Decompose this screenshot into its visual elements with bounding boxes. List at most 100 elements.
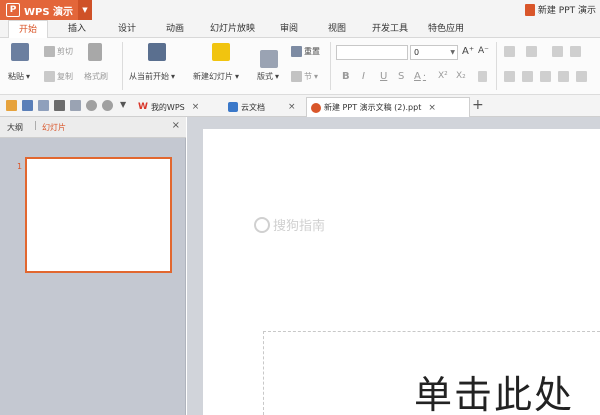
from-current-button[interactable]: 从当前开始 ▾: [129, 71, 175, 82]
format-painter-button[interactable]: 格式刷: [84, 71, 108, 82]
tab-outline[interactable]: 大纲: [7, 122, 23, 133]
app-name: WPS 演示: [24, 6, 74, 18]
panel-header: 大纲 | 幻灯片 ×: [0, 117, 186, 138]
underline-button[interactable]: U: [380, 71, 387, 82]
ribbon-divider: [122, 42, 123, 90]
strikethrough-button[interactable]: S: [398, 71, 404, 82]
reset-icon: [291, 46, 302, 57]
tab-slides[interactable]: 幻灯片: [42, 122, 66, 133]
menu-slideshow[interactable]: 幻灯片放映: [210, 20, 255, 38]
window-title: 新建 PPT 演示: [524, 3, 596, 16]
slide-thumbnail[interactable]: [25, 157, 172, 273]
tab-divider: |: [34, 121, 38, 131]
justify-button[interactable]: [558, 71, 569, 82]
menu-developer[interactable]: 开发工具: [372, 20, 408, 38]
decrease-indent-button[interactable]: [552, 46, 563, 57]
subscript-button[interactable]: X₂: [456, 71, 466, 81]
section-icon: [291, 71, 302, 82]
save-icon[interactable]: [22, 100, 33, 111]
menu-home[interactable]: 开始: [8, 20, 49, 39]
section-button[interactable]: 节 ▾: [291, 71, 318, 82]
superscript-button[interactable]: X²: [438, 71, 448, 81]
indent-icon: [570, 46, 581, 57]
document-icon: [524, 3, 535, 16]
new-slide-button[interactable]: 新建幻灯片 ▾: [193, 71, 239, 82]
redo-icon[interactable]: [102, 100, 113, 111]
slides-panel: 大纲 | 幻灯片 × 1: [0, 117, 186, 415]
ppt-file-icon: [311, 102, 321, 113]
ribbon-divider: [330, 42, 331, 90]
copy-button[interactable]: 复制: [44, 71, 73, 82]
new-slide-icon[interactable]: [212, 43, 230, 61]
undo-icon[interactable]: [86, 100, 97, 111]
eraser-icon: [478, 71, 487, 82]
export-icon[interactable]: [38, 100, 49, 111]
cloud-icon: [228, 102, 238, 112]
close-icon[interactable]: ×: [172, 120, 180, 131]
font-color-button[interactable]: A ·: [414, 71, 426, 82]
open-folder-icon[interactable]: [6, 100, 17, 111]
slide-canvas[interactable]: 单击此处: [203, 129, 600, 415]
menu-animation[interactable]: 动画: [166, 20, 184, 38]
chevron-down-icon[interactable]: ▼: [78, 0, 92, 20]
paste-icon[interactable]: [11, 43, 29, 61]
align-center-button[interactable]: [522, 71, 533, 82]
align-right-icon: [540, 71, 551, 82]
chevron-down-icon[interactable]: ▼: [120, 100, 126, 109]
window-title-text: 新建 PPT 演示: [537, 6, 596, 16]
sogou-logo-icon: [254, 216, 270, 233]
menu-review[interactable]: 审阅: [280, 20, 298, 38]
menu-design[interactable]: 设计: [118, 20, 136, 38]
distribute-button[interactable]: [576, 71, 587, 82]
align-right-button[interactable]: [540, 71, 551, 82]
slideshow-icon[interactable]: [148, 43, 166, 61]
scissors-icon: [44, 46, 55, 57]
wps-logo-icon: P: [6, 3, 20, 17]
title-placeholder[interactable]: 单击此处: [263, 331, 600, 415]
menu-insert[interactable]: 插入: [68, 20, 86, 38]
increase-indent-button[interactable]: [570, 46, 581, 57]
tab-cloud-docs[interactable]: 云文档 ×: [224, 97, 300, 117]
tab-my-wps[interactable]: W 我的WPS ×: [134, 97, 203, 117]
wps-w-icon: W: [138, 102, 148, 112]
italic-button[interactable]: I: [362, 71, 365, 82]
close-icon[interactable]: ×: [288, 102, 296, 112]
print-icon[interactable]: [54, 100, 65, 111]
app-menu-button[interactable]: P WPS 演示 ▼: [0, 0, 92, 20]
ribbon-divider: [496, 42, 497, 90]
justify-icon: [558, 71, 569, 82]
menu-view[interactable]: 视图: [328, 20, 346, 38]
paste-button[interactable]: 粘贴 ▾: [8, 71, 30, 82]
clear-format-button[interactable]: [478, 71, 487, 82]
align-left-button[interactable]: [504, 71, 515, 82]
cut-button[interactable]: 剪切: [44, 46, 73, 57]
slide-number: 1: [17, 162, 23, 171]
preview-icon[interactable]: [70, 100, 81, 111]
close-icon[interactable]: ×: [192, 102, 200, 112]
layout-button[interactable]: 版式 ▾: [257, 71, 279, 82]
font-size-select[interactable]: 0 ▼: [410, 45, 458, 60]
numbered-list-icon: [526, 46, 537, 57]
font-name-select[interactable]: [336, 45, 408, 60]
copy-icon: [44, 71, 55, 82]
align-center-icon: [522, 71, 533, 82]
menu-special[interactable]: 特色应用: [428, 20, 464, 38]
shrink-font-button[interactable]: A⁻: [478, 46, 489, 56]
add-tab-icon[interactable]: +: [472, 97, 484, 113]
ribbon-toolbar: 粘贴 ▾ 剪切 复制 格式刷 从当前开始 ▾ 新建幻灯片 ▾ 版式 ▾ 重置 节 ▾ 0 ▼…: [0, 38, 600, 95]
reset-button[interactable]: 重置: [291, 46, 320, 57]
bullet-list-button[interactable]: [504, 46, 515, 57]
layout-icon[interactable]: [260, 50, 278, 68]
bold-button[interactable]: B: [342, 71, 350, 82]
numbered-list-button[interactable]: [526, 46, 537, 57]
brush-icon[interactable]: [88, 43, 102, 61]
bullet-list-icon: [504, 46, 515, 57]
close-icon[interactable]: ×: [428, 103, 436, 113]
menu-bar: 开始 插入 设计 动画 幻灯片放映 审阅 视图 开发工具 特色应用: [0, 20, 600, 39]
chevron-down-icon: ▼: [450, 49, 455, 56]
tab-new-ppt[interactable]: 新建 PPT 演示文稿 (2).ppt ×: [306, 97, 470, 117]
document-tab-bar: ▼ W 我的WPS × 云文档 × 新建 PPT 演示文稿 (2).ppt × …: [0, 95, 600, 117]
grow-font-button[interactable]: A⁺: [462, 46, 474, 57]
distribute-icon: [576, 71, 587, 82]
outdent-icon: [552, 46, 563, 57]
